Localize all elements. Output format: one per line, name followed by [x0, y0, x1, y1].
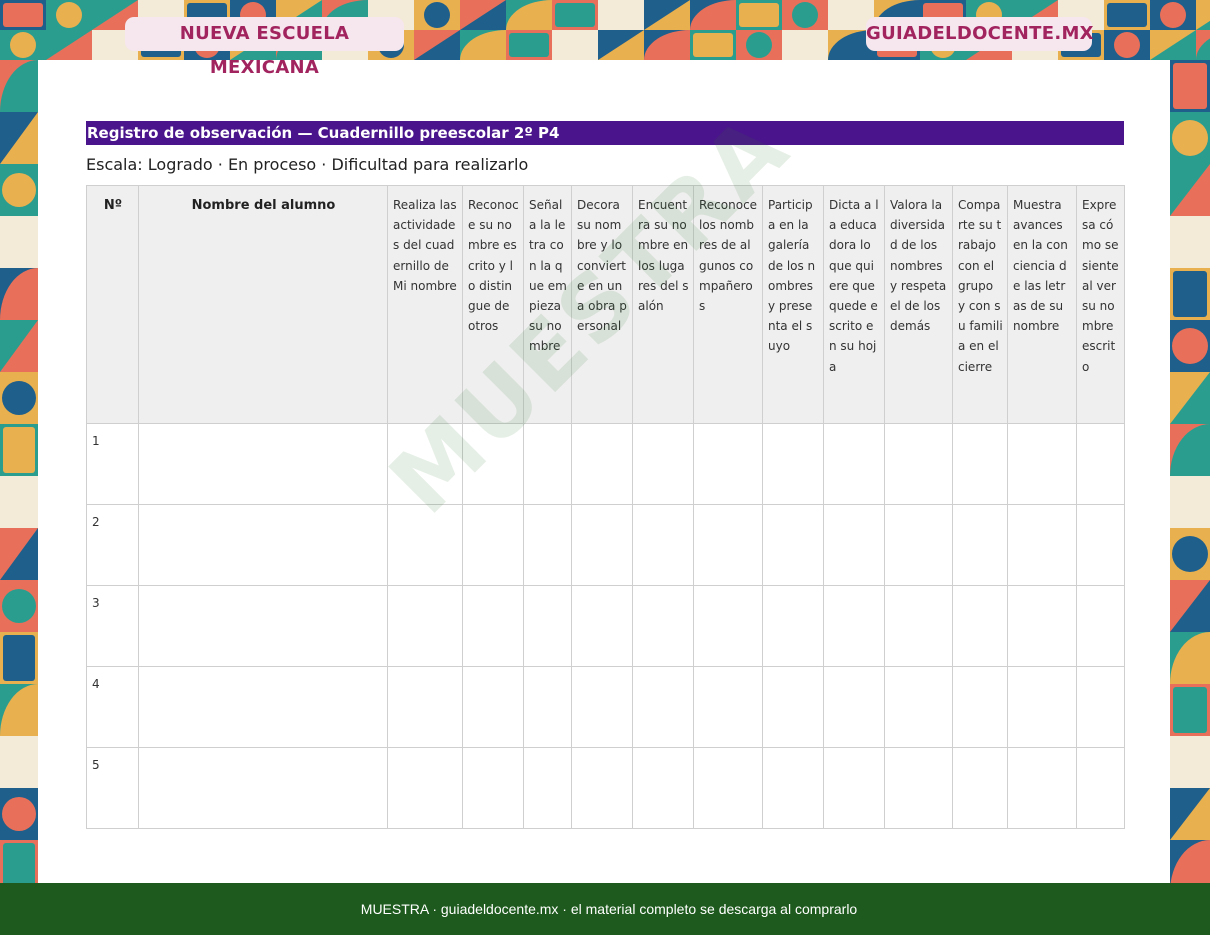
row-number: 1: [86, 423, 139, 505]
row-number: 3: [86, 585, 139, 667]
observation-cell[interactable]: [1076, 423, 1125, 505]
observation-cell[interactable]: [884, 747, 953, 829]
observation-cell[interactable]: [884, 666, 953, 748]
decorative-mosaic-left: [0, 60, 38, 883]
observation-cell[interactable]: [952, 423, 1008, 505]
observation-cell[interactable]: [387, 747, 463, 829]
observation-cell[interactable]: [632, 585, 694, 667]
observation-cell[interactable]: [823, 504, 885, 586]
table-row: 1: [86, 423, 1125, 505]
table-row: 3: [86, 585, 1125, 667]
observation-cell[interactable]: [762, 585, 824, 667]
observation-cell[interactable]: [462, 423, 524, 505]
observation-cell[interactable]: [523, 747, 572, 829]
observation-cell[interactable]: [523, 504, 572, 586]
observation-cell[interactable]: [1007, 504, 1077, 586]
observation-cell[interactable]: [1007, 585, 1077, 667]
header-criterion: Valora la diversidad de los nombres y re…: [884, 185, 953, 424]
observation-cell[interactable]: [462, 666, 524, 748]
table-header-row: Nº Nombre del alumno Realiza las activid…: [86, 185, 1125, 424]
observation-cell[interactable]: [571, 666, 633, 748]
observation-cell[interactable]: [632, 747, 694, 829]
table-row: 5: [86, 747, 1125, 829]
student-name-cell[interactable]: [138, 504, 388, 586]
observation-table: Nº Nombre del alumno Realiza las activid…: [86, 185, 1125, 829]
observation-cell[interactable]: [387, 585, 463, 667]
site-badge: GUIADELDOCENTE.MX: [866, 17, 1094, 51]
observation-cell[interactable]: [632, 423, 694, 505]
observation-cell[interactable]: [632, 666, 694, 748]
observation-cell[interactable]: [1007, 423, 1077, 505]
header-criterion: Comparte su trabajo con el grupo y con s…: [952, 185, 1008, 424]
observation-cell[interactable]: [952, 504, 1008, 586]
header-criterion: Participa en la galería de los nombres y…: [762, 185, 824, 424]
header-criterion: Señala la letra con la que empieza su no…: [523, 185, 572, 424]
student-name-cell[interactable]: [138, 747, 388, 829]
header-number: Nº: [86, 185, 139, 424]
observation-cell[interactable]: [693, 585, 763, 667]
observation-cell[interactable]: [1076, 504, 1125, 586]
header-student-name: Nombre del alumno: [138, 185, 388, 424]
observation-cell[interactable]: [462, 585, 524, 667]
footer-banner: MUESTRA · guiadeldocente.mx · el materia…: [0, 883, 1210, 935]
observation-cell[interactable]: [1076, 666, 1125, 748]
header-criterion: Encuentra su nombre en los lugares del s…: [632, 185, 694, 424]
row-number: 4: [86, 666, 139, 748]
decorative-mosaic-right: [1170, 60, 1210, 883]
header-criterion: Realiza las actividades del cuadernillo …: [387, 185, 463, 424]
row-number: 5: [86, 747, 139, 829]
observation-cell[interactable]: [387, 504, 463, 586]
document-title: Registro de observación — Cuadernillo pr…: [86, 121, 1124, 145]
observation-cell[interactable]: [523, 585, 572, 667]
observation-cell[interactable]: [523, 423, 572, 505]
table-row: 2: [86, 504, 1125, 586]
observation-cell[interactable]: [462, 504, 524, 586]
student-name-cell[interactable]: [138, 666, 388, 748]
observation-cell[interactable]: [571, 585, 633, 667]
nueva-escuela-mexicana-badge: NUEVA ESCUELA MEXICANA: [125, 17, 404, 78]
observation-cell[interactable]: [523, 666, 572, 748]
observation-cell[interactable]: [571, 423, 633, 505]
observation-cell[interactable]: [632, 504, 694, 586]
observation-cell[interactable]: [762, 666, 824, 748]
observation-cell[interactable]: [571, 747, 633, 829]
header-criterion: Decora su nombre y lo convierte en una o…: [571, 185, 633, 424]
observation-cell[interactable]: [884, 423, 953, 505]
observation-cell[interactable]: [693, 504, 763, 586]
header-criterion: Expresa cómo se siente al ver su nombre …: [1076, 185, 1125, 424]
observation-cell[interactable]: [693, 747, 763, 829]
observation-cell[interactable]: [1076, 585, 1125, 667]
row-number: 2: [86, 504, 139, 586]
observation-cell[interactable]: [571, 504, 633, 586]
observation-cell[interactable]: [952, 585, 1008, 667]
observation-cell[interactable]: [823, 423, 885, 505]
observation-cell[interactable]: [762, 747, 824, 829]
observation-cell[interactable]: [823, 747, 885, 829]
observation-cell[interactable]: [823, 666, 885, 748]
observation-cell[interactable]: [1007, 666, 1077, 748]
header-criterion: Muestra avances en la conciencia de las …: [1007, 185, 1077, 424]
observation-cell[interactable]: [952, 747, 1008, 829]
student-name-cell[interactable]: [138, 585, 388, 667]
student-name-cell[interactable]: [138, 423, 388, 505]
table-row: 4: [86, 666, 1125, 748]
observation-cell[interactable]: [762, 504, 824, 586]
scale-legend: Escala: Logrado · En proceso · Dificulta…: [86, 155, 529, 174]
observation-cell[interactable]: [462, 747, 524, 829]
observation-cell[interactable]: [693, 423, 763, 505]
observation-cell[interactable]: [884, 585, 953, 667]
observation-cell[interactable]: [884, 504, 953, 586]
header-criterion: Reconoce su nombre escrito y lo distingu…: [462, 185, 524, 424]
observation-cell[interactable]: [1076, 747, 1125, 829]
observation-cell[interactable]: [387, 423, 463, 505]
observation-cell[interactable]: [387, 666, 463, 748]
table-body: 12345: [86, 423, 1125, 829]
observation-cell[interactable]: [693, 666, 763, 748]
observation-cell[interactable]: [823, 585, 885, 667]
observation-cell[interactable]: [1007, 747, 1077, 829]
observation-cell[interactable]: [762, 423, 824, 505]
observation-cell[interactable]: [952, 666, 1008, 748]
header-criterion: Reconoce los nombres de algunos compañer…: [693, 185, 763, 424]
header-criterion: Dicta a la educadora lo que quiere que q…: [823, 185, 885, 424]
